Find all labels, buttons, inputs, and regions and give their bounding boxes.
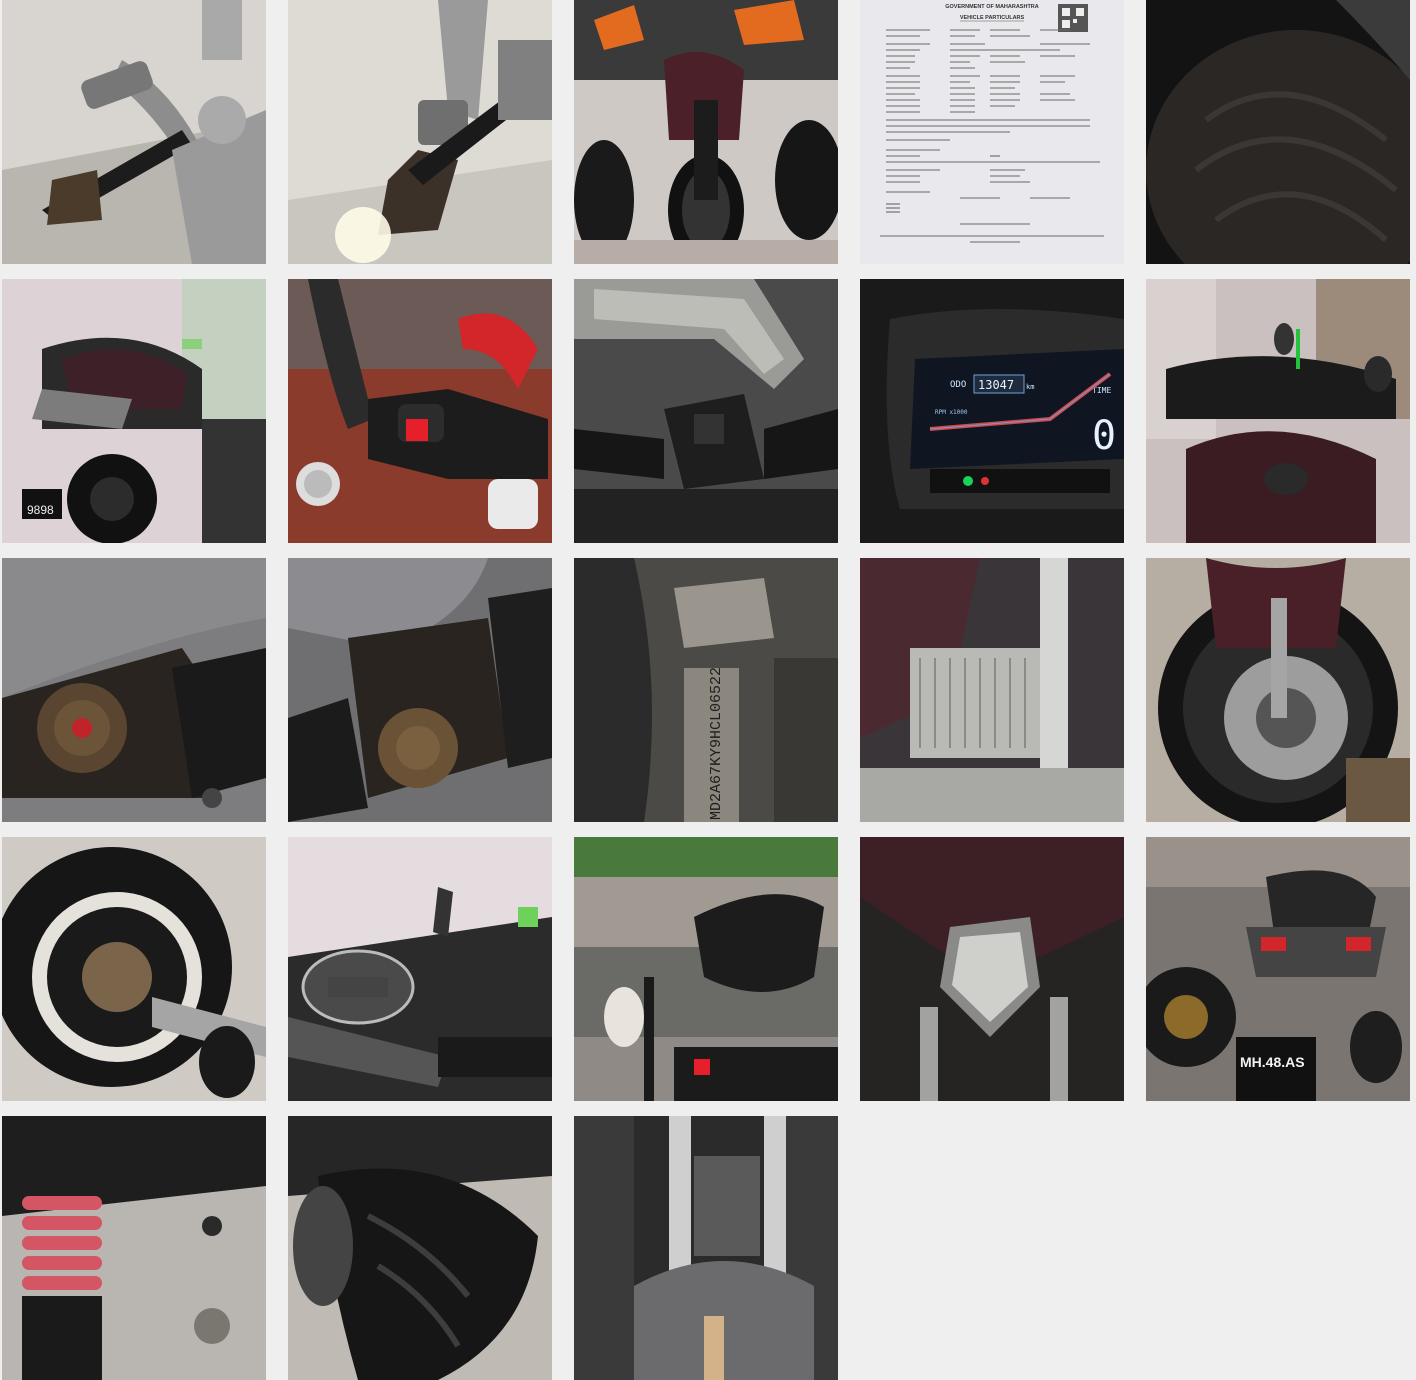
frame-number-image: MD2A67KY9HCL06522 xyxy=(574,558,838,822)
rear-wheel-image xyxy=(2,837,266,1101)
document-header: GOVERNMENT OF MAHARASHTRA xyxy=(945,4,1039,10)
document-subheader: VEHICLE PARTICULARS xyxy=(960,15,1025,21)
photo-footpeg-left[interactable] xyxy=(2,0,266,264)
plate-fragment: 9898 xyxy=(27,503,54,517)
front-forks-image xyxy=(574,1116,838,1380)
photo-rear-tail[interactable]: MH.48.AS xyxy=(1146,837,1410,1101)
tail-image: MH.48.AS xyxy=(1146,837,1410,1101)
headlamp-image xyxy=(860,837,1124,1101)
photo-left-switchgear[interactable] xyxy=(574,279,838,543)
photo-footpeg-right[interactable] xyxy=(288,0,552,264)
footpeg-image xyxy=(288,0,552,264)
rpm-label: RPM x1000 xyxy=(935,409,968,416)
photo-rear-shock[interactable] xyxy=(2,1116,266,1380)
photo-headlamp[interactable] xyxy=(860,837,1124,1101)
frame-number-text: MD2A67KY9HCL06522 xyxy=(708,667,725,820)
photo-radiator[interactable] xyxy=(860,558,1124,822)
rear-shock-image xyxy=(2,1116,266,1380)
photo-fuel-tank-top[interactable] xyxy=(1146,279,1410,543)
photo-registration-document[interactable]: GOVERNMENT OF MAHARASHTRA VEHICLE PARTIC… xyxy=(860,0,1124,264)
bike-rear-image: 9898 xyxy=(2,279,266,543)
front-wheel-image xyxy=(1146,558,1410,822)
engine-image xyxy=(288,558,552,822)
photo-left-mirror[interactable] xyxy=(288,837,552,1101)
registration-document-image: GOVERNMENT OF MAHARASHTRA VEHICLE PARTIC… xyxy=(860,0,1124,264)
photo-rear-tyre-closeup[interactable] xyxy=(1146,0,1410,264)
odometer-value: 13047 xyxy=(978,378,1014,392)
photo-right-switchgear[interactable] xyxy=(288,279,552,543)
photo-frame-number[interactable]: MD2A67KY9HCL06522 xyxy=(574,558,838,822)
license-plate-text: MH.48.AS xyxy=(1240,1054,1305,1070)
photo-engine-left[interactable] xyxy=(2,558,266,822)
photo-bike-rear-three-quarter[interactable]: 9898 xyxy=(2,279,266,543)
fuel-tank-image xyxy=(1146,279,1410,543)
footpeg-image xyxy=(2,0,266,264)
tyre-closeup-image xyxy=(1146,0,1410,264)
photo-front-forks[interactable] xyxy=(574,1116,838,1380)
tyre-tread-image xyxy=(288,1116,552,1380)
photo-gallery: GOVERNMENT OF MAHARASHTRA VEHICLE PARTIC… xyxy=(0,0,1416,1380)
photo-rear-tyre-tread[interactable] xyxy=(288,1116,552,1380)
mirror-image xyxy=(288,837,552,1101)
photo-right-mirror-street[interactable] xyxy=(574,837,838,1101)
speed-readout: 0 xyxy=(1092,413,1116,459)
showroom-image xyxy=(574,0,838,264)
instrument-cluster-image: ODO 13047 km TIME RPM x1000 0 xyxy=(860,279,1124,543)
photo-engine-right[interactable] xyxy=(288,558,552,822)
radiator-image xyxy=(860,558,1124,822)
photo-showroom-front[interactable] xyxy=(574,0,838,264)
odometer-unit: km xyxy=(1026,383,1034,391)
photo-rear-wheel[interactable] xyxy=(2,837,266,1101)
switchgear-image xyxy=(288,279,552,543)
odometer-label: ODO xyxy=(950,380,966,390)
engine-image xyxy=(2,558,266,822)
street-mirror-image xyxy=(574,837,838,1101)
photo-instrument-cluster[interactable]: ODO 13047 km TIME RPM x1000 0 xyxy=(860,279,1124,543)
photo-front-wheel[interactable] xyxy=(1146,558,1410,822)
switchgear-image xyxy=(574,279,838,543)
